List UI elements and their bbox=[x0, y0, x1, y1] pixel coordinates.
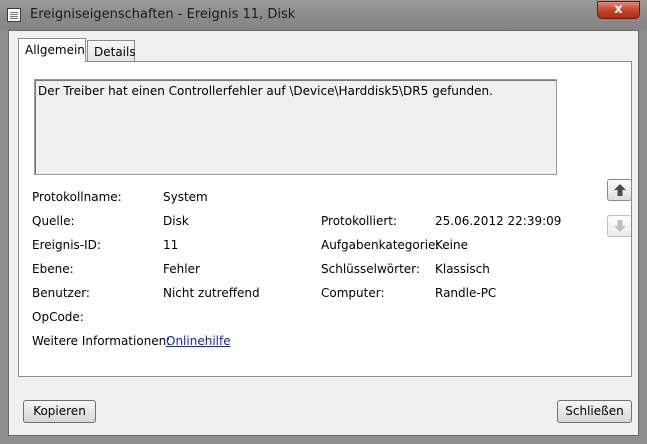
benutzer-label: Benutzer: bbox=[32, 286, 90, 300]
computer-value: Randle-PC bbox=[435, 286, 497, 300]
aufgabenkategorie-value: Keine bbox=[435, 238, 468, 252]
event-message-box[interactable]: Der Treiber hat einen Controllerfehler a… bbox=[34, 79, 557, 175]
arrow-down-icon bbox=[614, 220, 626, 232]
window-close-button[interactable]: x bbox=[597, 1, 640, 19]
title-bar[interactable]: Ereigniseigenschaften - Ereignis 11, Dis… bbox=[0, 0, 647, 30]
protokollname-value: System bbox=[163, 190, 208, 204]
protokolliert-value: 25.06.2012 22:39:09 bbox=[435, 214, 562, 228]
general-tab-panel: Der Treiber hat einen Controllerfehler a… bbox=[18, 61, 632, 377]
quelle-value: Disk bbox=[163, 214, 189, 228]
quelle-label: Quelle: bbox=[32, 214, 75, 228]
ebene-value: Fehler bbox=[163, 262, 200, 276]
tab-allgemein[interactable]: Allgemein bbox=[18, 38, 86, 62]
close-button[interactable]: Schließen bbox=[557, 400, 632, 423]
weitere-informationen-label: Weitere Informationen: bbox=[32, 334, 171, 348]
computer-label: Computer: bbox=[321, 286, 385, 300]
ereignis-id-label: Ereignis-ID: bbox=[32, 238, 101, 252]
ebene-label: Ebene: bbox=[32, 262, 74, 276]
event-properties-window: Ereigniseigenschaften - Ereignis 11, Dis… bbox=[0, 0, 647, 444]
previous-event-button[interactable] bbox=[607, 179, 632, 201]
arrow-up-icon bbox=[614, 184, 626, 196]
schluesselwoerter-label: Schlüsselwörter: bbox=[321, 262, 420, 276]
tab-details[interactable]: Details bbox=[87, 40, 136, 61]
onlinehilfe-link[interactable]: Onlinehilfe bbox=[166, 334, 231, 348]
dialog-client: Allgemein Details Der Treiber hat einen … bbox=[8, 30, 639, 436]
aufgabenkategorie-label: Aufgabenkategorie: bbox=[321, 238, 440, 252]
opcode-label: OpCode: bbox=[32, 310, 84, 324]
protokolliert-label: Protokolliert: bbox=[321, 214, 398, 228]
window-title: Ereigniseigenschaften - Ereignis 11, Dis… bbox=[30, 7, 296, 22]
schluesselwoerter-value: Klassisch bbox=[435, 262, 490, 276]
copy-button[interactable]: Kopieren bbox=[23, 400, 96, 423]
next-event-button[interactable] bbox=[607, 215, 632, 237]
protokollname-label: Protokollname: bbox=[32, 190, 122, 204]
ereignis-id-value: 11 bbox=[163, 238, 179, 252]
window-icon bbox=[7, 8, 21, 22]
benutzer-value: Nicht zutreffend bbox=[163, 286, 260, 300]
